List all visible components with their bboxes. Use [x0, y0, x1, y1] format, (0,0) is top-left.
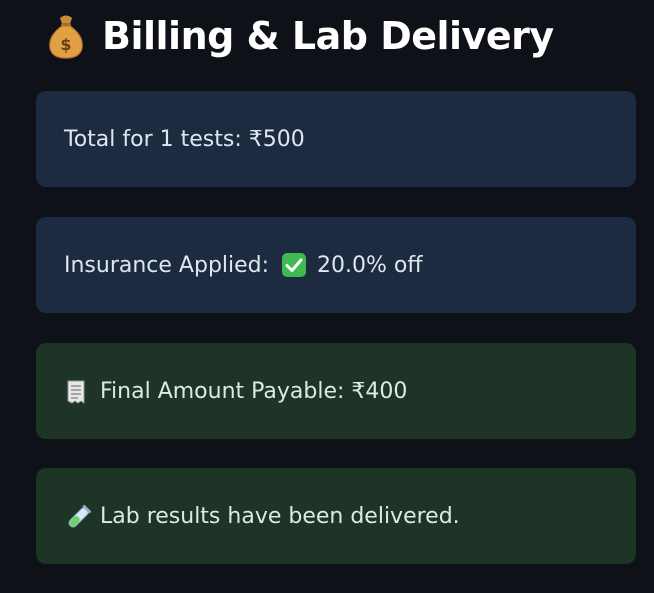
lab-results-text: Lab results have been delivered. [100, 503, 460, 529]
total-card: Total for 1 tests: ₹500 [36, 91, 636, 187]
insurance-label: Insurance Applied: [64, 252, 270, 278]
page-header: $ Billing & Lab Delivery [44, 6, 554, 66]
page-title: Billing & Lab Delivery [102, 14, 554, 58]
lab-results-card: Lab results have been delivered. [36, 468, 636, 564]
test-tube-icon [64, 504, 92, 528]
svg-text:$: $ [60, 35, 71, 54]
money-bag-icon: $ [44, 12, 88, 60]
final-amount-text: Final Amount Payable: ₹400 [100, 378, 408, 404]
insurance-card: Insurance Applied: 20.0% off [36, 217, 636, 313]
receipt-icon [64, 379, 88, 404]
total-text: Total for 1 tests: ₹500 [64, 126, 305, 152]
check-mark-icon [281, 252, 307, 278]
insurance-value: 20.0% off [317, 252, 423, 278]
final-amount-card: Final Amount Payable: ₹400 [36, 343, 636, 439]
